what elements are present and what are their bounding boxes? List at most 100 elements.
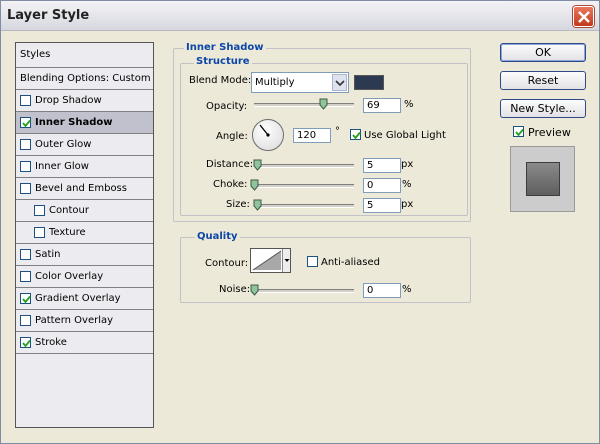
noise-slider-thumb[interactable] — [250, 284, 259, 296]
styles-header[interactable]: Styles — [16, 43, 153, 68]
blend-mode-value: Multiply — [255, 77, 295, 88]
preview-swatch — [526, 162, 560, 196]
style-item-label: Inner Shadow — [35, 117, 113, 128]
blending-options-item[interactable]: Blending Options: Custom — [16, 68, 153, 90]
outer-glow-checkbox[interactable] — [20, 139, 31, 150]
checkmark-icon — [22, 119, 31, 128]
layer-style-dialog: Layer Style Styles Blending Options: Cus… — [0, 0, 600, 444]
anti-aliased-label: Anti-aliased — [321, 257, 381, 268]
structure-title: Structure — [194, 56, 252, 67]
anti-aliased-checkbox[interactable] — [307, 256, 318, 267]
quality-title: Quality — [195, 231, 240, 242]
angle-unit: ° — [335, 126, 340, 137]
style-item-bevel-and-emboss[interactable]: Bevel and Emboss — [16, 178, 153, 200]
style-item-inner-shadow[interactable]: Inner Shadow — [16, 112, 153, 134]
close-icon — [578, 11, 590, 23]
checkmark-icon — [352, 131, 361, 140]
stroke-checkbox[interactable] — [20, 337, 31, 348]
preview-label: Preview — [528, 126, 571, 139]
style-item-label: Bevel and Emboss — [35, 183, 127, 194]
angle-label: Angle: — [216, 131, 248, 142]
style-item-outer-glow[interactable]: Outer Glow — [16, 134, 153, 156]
inner-shadow-checkbox[interactable] — [20, 117, 31, 128]
chevron-down-icon — [332, 74, 347, 91]
pattern-overlay-checkbox[interactable] — [20, 315, 31, 326]
size-label: Size: — [226, 199, 250, 210]
distance-input[interactable]: 5 — [363, 158, 401, 173]
blend-mode-label: Blend Mode: — [189, 75, 252, 86]
distance-unit: px — [401, 159, 414, 170]
opacity-label: Opacity: — [206, 101, 248, 112]
noise-unit: % — [402, 284, 412, 295]
dialog-title: Layer Style — [7, 8, 90, 23]
reset-button[interactable]: Reset — [500, 71, 586, 90]
inner-shadow-title: Inner Shadow — [184, 42, 266, 53]
preview-checkbox[interactable] — [513, 126, 524, 137]
noise-label: Noise: — [219, 284, 251, 295]
contour-checkbox[interactable] — [34, 205, 45, 216]
contour-curve-icon — [252, 250, 282, 271]
style-item-label: Drop Shadow — [35, 95, 102, 106]
opacity-unit: % — [404, 99, 414, 110]
opacity-slider[interactable] — [254, 103, 354, 107]
style-item-pattern-overlay[interactable]: Pattern Overlay — [16, 310, 153, 332]
styles-list: Styles Blending Options: Custom Drop Sha… — [15, 42, 154, 428]
texture-checkbox[interactable] — [34, 227, 45, 238]
style-item-color-overlay[interactable]: Color Overlay — [16, 266, 153, 288]
style-item-label: Stroke — [35, 337, 67, 348]
style-item-label: Color Overlay — [35, 271, 104, 282]
angle-input[interactable]: 120 — [293, 128, 331, 143]
use-global-light-checkbox[interactable] — [350, 129, 361, 140]
choke-slider[interactable] — [254, 184, 354, 188]
style-item-label: Contour — [49, 205, 89, 216]
style-item-stroke[interactable]: Stroke — [16, 332, 153, 354]
style-item-label: Gradient Overlay — [35, 293, 121, 304]
gradient-overlay-checkbox[interactable] — [20, 293, 31, 304]
size-input[interactable]: 5 — [363, 198, 401, 213]
style-item-contour[interactable]: Contour — [16, 200, 153, 222]
opacity-input[interactable]: 69 — [363, 98, 401, 113]
use-global-light-label: Use Global Light — [364, 130, 446, 141]
bevel-and-emboss-checkbox[interactable] — [20, 183, 31, 194]
choke-input[interactable]: 0 — [363, 178, 401, 193]
satin-checkbox[interactable] — [20, 249, 31, 260]
style-item-satin[interactable]: Satin — [16, 244, 153, 266]
color-overlay-checkbox[interactable] — [20, 271, 31, 282]
style-item-texture[interactable]: Texture — [16, 222, 153, 244]
choke-unit: % — [402, 179, 412, 190]
style-item-gradient-overlay[interactable]: Gradient Overlay — [16, 288, 153, 310]
ok-button[interactable]: OK — [500, 43, 586, 62]
checkmark-icon — [22, 339, 31, 348]
style-item-label: Satin — [35, 249, 61, 260]
title-bar: Layer Style — [1, 1, 599, 31]
noise-slider[interactable] — [254, 289, 354, 293]
blend-mode-select[interactable]: Multiply — [251, 72, 349, 93]
inner-glow-checkbox[interactable] — [20, 161, 31, 172]
close-button[interactable] — [573, 6, 594, 27]
noise-input[interactable]: 0 — [363, 283, 401, 298]
checkmark-icon — [22, 295, 31, 304]
choke-slider-thumb[interactable] — [250, 179, 259, 191]
distance-slider[interactable] — [254, 164, 354, 168]
style-item-label: Pattern Overlay — [35, 315, 114, 326]
style-item-label: Inner Glow — [35, 161, 89, 172]
style-item-label: Texture — [49, 227, 86, 238]
shadow-color-swatch[interactable] — [354, 75, 384, 90]
style-item-drop-shadow[interactable]: Drop Shadow — [16, 90, 153, 112]
size-slider[interactable] — [254, 204, 354, 208]
new-style-button[interactable]: New Style... — [500, 99, 586, 118]
distance-slider-thumb[interactable] — [253, 159, 262, 171]
chevron-down-icon — [282, 249, 290, 272]
size-slider-thumb[interactable] — [253, 199, 262, 211]
drop-shadow-checkbox[interactable] — [20, 95, 31, 106]
choke-label: Choke: — [213, 179, 248, 190]
style-item-inner-glow[interactable]: Inner Glow — [16, 156, 153, 178]
size-unit: px — [401, 199, 414, 210]
distance-label: Distance: — [206, 159, 254, 170]
style-item-label: Outer Glow — [35, 139, 92, 150]
opacity-slider-thumb[interactable] — [319, 98, 328, 110]
contour-picker[interactable] — [250, 248, 291, 273]
preview-thumbnail — [510, 146, 575, 212]
angle-dial[interactable] — [252, 119, 284, 151]
checkmark-icon — [515, 128, 524, 137]
